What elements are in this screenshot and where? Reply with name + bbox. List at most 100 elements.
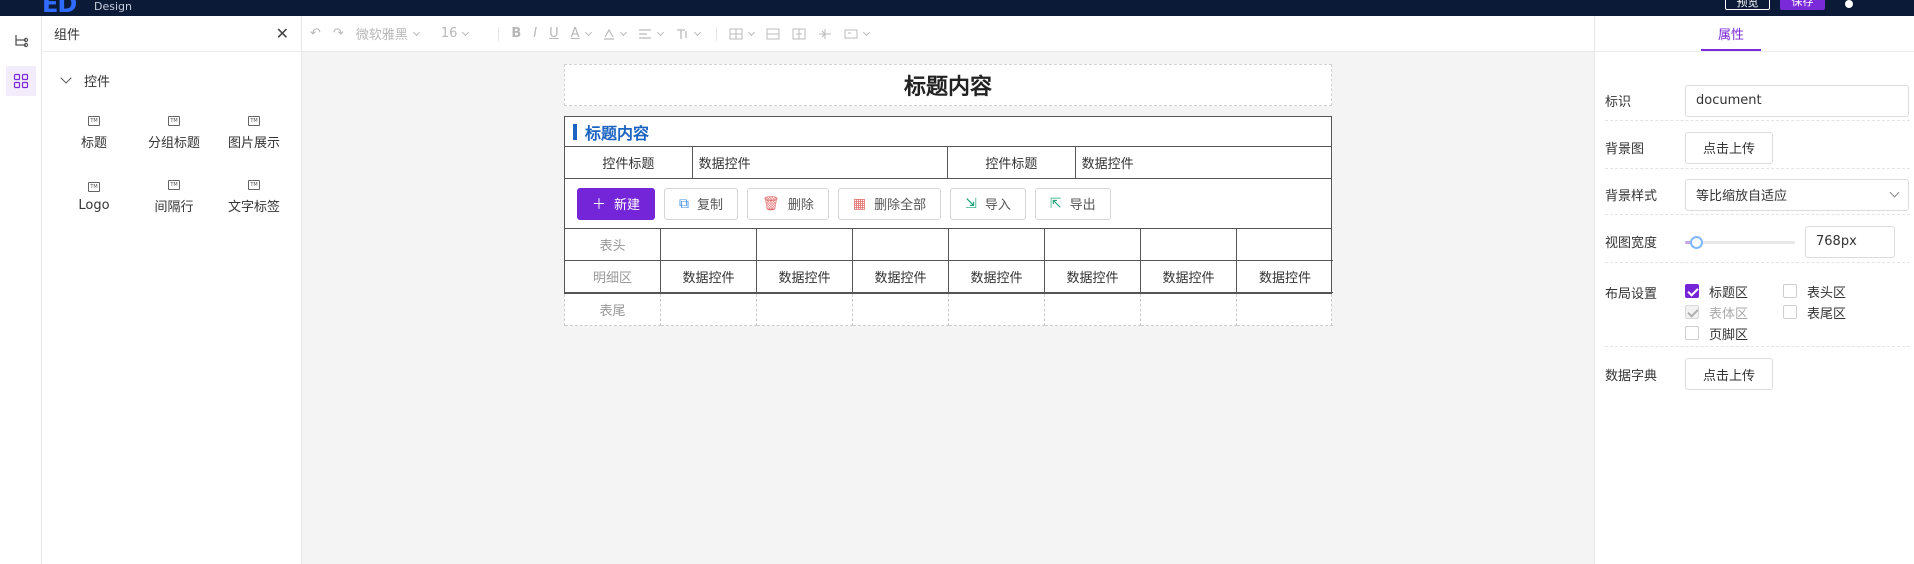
checkbox-footer-area[interactable]: 表尾区 bbox=[1783, 302, 1865, 322]
checkbox-header-area[interactable]: 表头区 bbox=[1783, 281, 1865, 301]
detail-cell[interactable]: 数据控件 bbox=[1045, 261, 1141, 293]
font-color-button[interactable]: A bbox=[571, 24, 592, 44]
footer-cell[interactable] bbox=[1141, 294, 1237, 326]
detail-cell[interactable]: 数据控件 bbox=[661, 261, 757, 293]
user-avatar[interactable] bbox=[1845, 0, 1853, 8]
component-title[interactable]: TM 标题 bbox=[54, 104, 134, 162]
header-cell[interactable] bbox=[949, 229, 1045, 261]
footer-cell[interactable] bbox=[949, 294, 1045, 326]
underline-icon[interactable]: U bbox=[549, 24, 559, 44]
report-page: 标题内容 标题内容 控件标题 数据控件 控件标题 数据控件 ＋ 新建 ⧉ 复制 🗑 删… bbox=[564, 64, 1333, 326]
export-button[interactable]: ⇱ 导出 bbox=[1034, 187, 1111, 220]
field-value[interactable]: 数据控件 bbox=[693, 147, 948, 178]
table-button[interactable] bbox=[729, 24, 755, 44]
group-toggle-controls[interactable]: 控件 bbox=[42, 62, 301, 98]
chevron-down-icon bbox=[584, 28, 592, 36]
delete-button-label: 删除 bbox=[787, 198, 814, 213]
font-family-select[interactable]: 微软雅黑 bbox=[356, 24, 420, 44]
new-button[interactable]: ＋ 新建 bbox=[577, 187, 656, 220]
view-width-input[interactable]: 768px bbox=[1805, 225, 1895, 258]
header-cell[interactable] bbox=[661, 229, 757, 261]
copy-button[interactable]: ⧉ 复制 bbox=[664, 187, 739, 220]
group-title[interactable]: 标题内容 bbox=[565, 117, 1331, 147]
component-icon: TM bbox=[168, 115, 180, 126]
field-value[interactable]: 数据控件 bbox=[1076, 147, 1331, 178]
tree-icon[interactable] bbox=[6, 26, 36, 56]
bold-icon[interactable]: B bbox=[511, 24, 521, 44]
slider-handle[interactable] bbox=[1690, 235, 1703, 249]
id-input[interactable]: document bbox=[1685, 84, 1909, 117]
chevron-down-icon bbox=[412, 28, 420, 36]
tab-indicator bbox=[1701, 49, 1761, 51]
component-image[interactable]: TM 图片展示 bbox=[214, 104, 294, 162]
view-width-slider[interactable] bbox=[1685, 226, 1795, 258]
detail-cell[interactable]: 数据控件 bbox=[853, 261, 949, 293]
delete-button[interactable]: 🗑 删除 bbox=[747, 187, 829, 220]
field-label[interactable]: 控件标题 bbox=[565, 147, 693, 178]
detail-cell[interactable]: 数据控件 bbox=[1141, 261, 1237, 293]
footer-cell[interactable] bbox=[661, 294, 757, 326]
detail-cell[interactable]: 数据控件 bbox=[1237, 261, 1333, 293]
detail-cell[interactable]: 数据控件 bbox=[949, 261, 1045, 293]
component-text-label[interactable]: TM 文字标签 bbox=[214, 168, 294, 226]
toolbar-divider bbox=[498, 26, 500, 41]
footer-cell[interactable] bbox=[1045, 294, 1141, 326]
header-cell[interactable] bbox=[757, 229, 853, 261]
close-icon[interactable]: ✕ bbox=[276, 24, 289, 43]
prop-row-bg-style: 背景样式 等比缩放自适应 bbox=[1605, 175, 1910, 215]
highlight-button[interactable] bbox=[603, 24, 627, 44]
redo-icon[interactable]: ↷ bbox=[333, 24, 344, 44]
component-icon: TM bbox=[88, 181, 100, 192]
save-button[interactable]: 保存 bbox=[1780, 0, 1825, 10]
header-cell[interactable] bbox=[1141, 229, 1237, 261]
line-height-button[interactable] bbox=[675, 24, 701, 44]
font-size-select[interactable]: 16 bbox=[441, 24, 470, 44]
components-icon[interactable] bbox=[6, 66, 36, 96]
component-label: 标题 bbox=[80, 135, 107, 151]
field-label[interactable]: 控件标题 bbox=[948, 147, 1076, 178]
italic-icon[interactable]: I bbox=[533, 24, 537, 44]
trash-all-icon: ▦ bbox=[852, 195, 867, 212]
prop-label: 布局设置 bbox=[1605, 287, 1658, 302]
footer-cell[interactable] bbox=[853, 294, 949, 326]
bg-style-select[interactable]: 等比缩放自适应 bbox=[1685, 178, 1909, 211]
tab-properties[interactable]: 属性 bbox=[1701, 24, 1761, 43]
import-button[interactable]: ⇲ 导入 bbox=[950, 187, 1026, 220]
component-icon: TM bbox=[248, 115, 260, 126]
copy-button-label: 复制 bbox=[697, 198, 724, 213]
import-icon: ⇲ bbox=[965, 195, 977, 212]
detail-cell[interactable]: 数据控件 bbox=[757, 261, 853, 293]
dict-upload-button[interactable]: 点击上传 bbox=[1685, 358, 1773, 390]
undo-icon[interactable]: ↶ bbox=[310, 24, 321, 44]
prop-row-view-width: 视图宽度 768px bbox=[1605, 221, 1910, 263]
component-spacer[interactable]: TM 间隔行 bbox=[134, 168, 214, 226]
checkbox-title-area[interactable]: 标题区 bbox=[1685, 281, 1767, 301]
chevron-down-icon bbox=[747, 28, 755, 36]
align-button[interactable] bbox=[638, 24, 664, 44]
chevron-down-icon bbox=[862, 28, 870, 36]
delete-all-button[interactable]: ▦ 删除全部 bbox=[837, 187, 942, 220]
checkbox-box bbox=[1685, 284, 1699, 298]
footer-cell[interactable] bbox=[1237, 294, 1333, 326]
left-rail bbox=[0, 16, 42, 564]
component-label: 图片展示 bbox=[227, 135, 280, 151]
split-cells-icon[interactable] bbox=[792, 24, 806, 44]
preview-button[interactable]: 预览 bbox=[1725, 0, 1770, 10]
header-cell[interactable] bbox=[1237, 229, 1333, 261]
header-cell[interactable] bbox=[1045, 229, 1141, 261]
insert-column-icon[interactable] bbox=[818, 24, 832, 44]
component-logo[interactable]: TM Logo bbox=[54, 168, 134, 226]
merge-cells-icon[interactable] bbox=[766, 24, 780, 44]
checkbox-page-footer[interactable]: 页脚区 bbox=[1685, 323, 1767, 343]
panel-title: 组件 bbox=[54, 28, 81, 43]
component-group-title[interactable]: TM 分组标题 bbox=[134, 104, 214, 162]
frame-button[interactable] bbox=[844, 24, 870, 44]
prop-label: 数据字典 bbox=[1605, 368, 1658, 384]
bg-upload-button[interactable]: 点击上传 bbox=[1685, 131, 1773, 164]
row-label-header: 表头 bbox=[565, 229, 661, 261]
report-title[interactable]: 标题内容 bbox=[564, 64, 1332, 106]
footer-cell[interactable] bbox=[757, 294, 853, 326]
header-cell[interactable] bbox=[853, 229, 949, 261]
align-icon bbox=[638, 28, 651, 39]
new-button-label: 新建 bbox=[614, 198, 641, 213]
